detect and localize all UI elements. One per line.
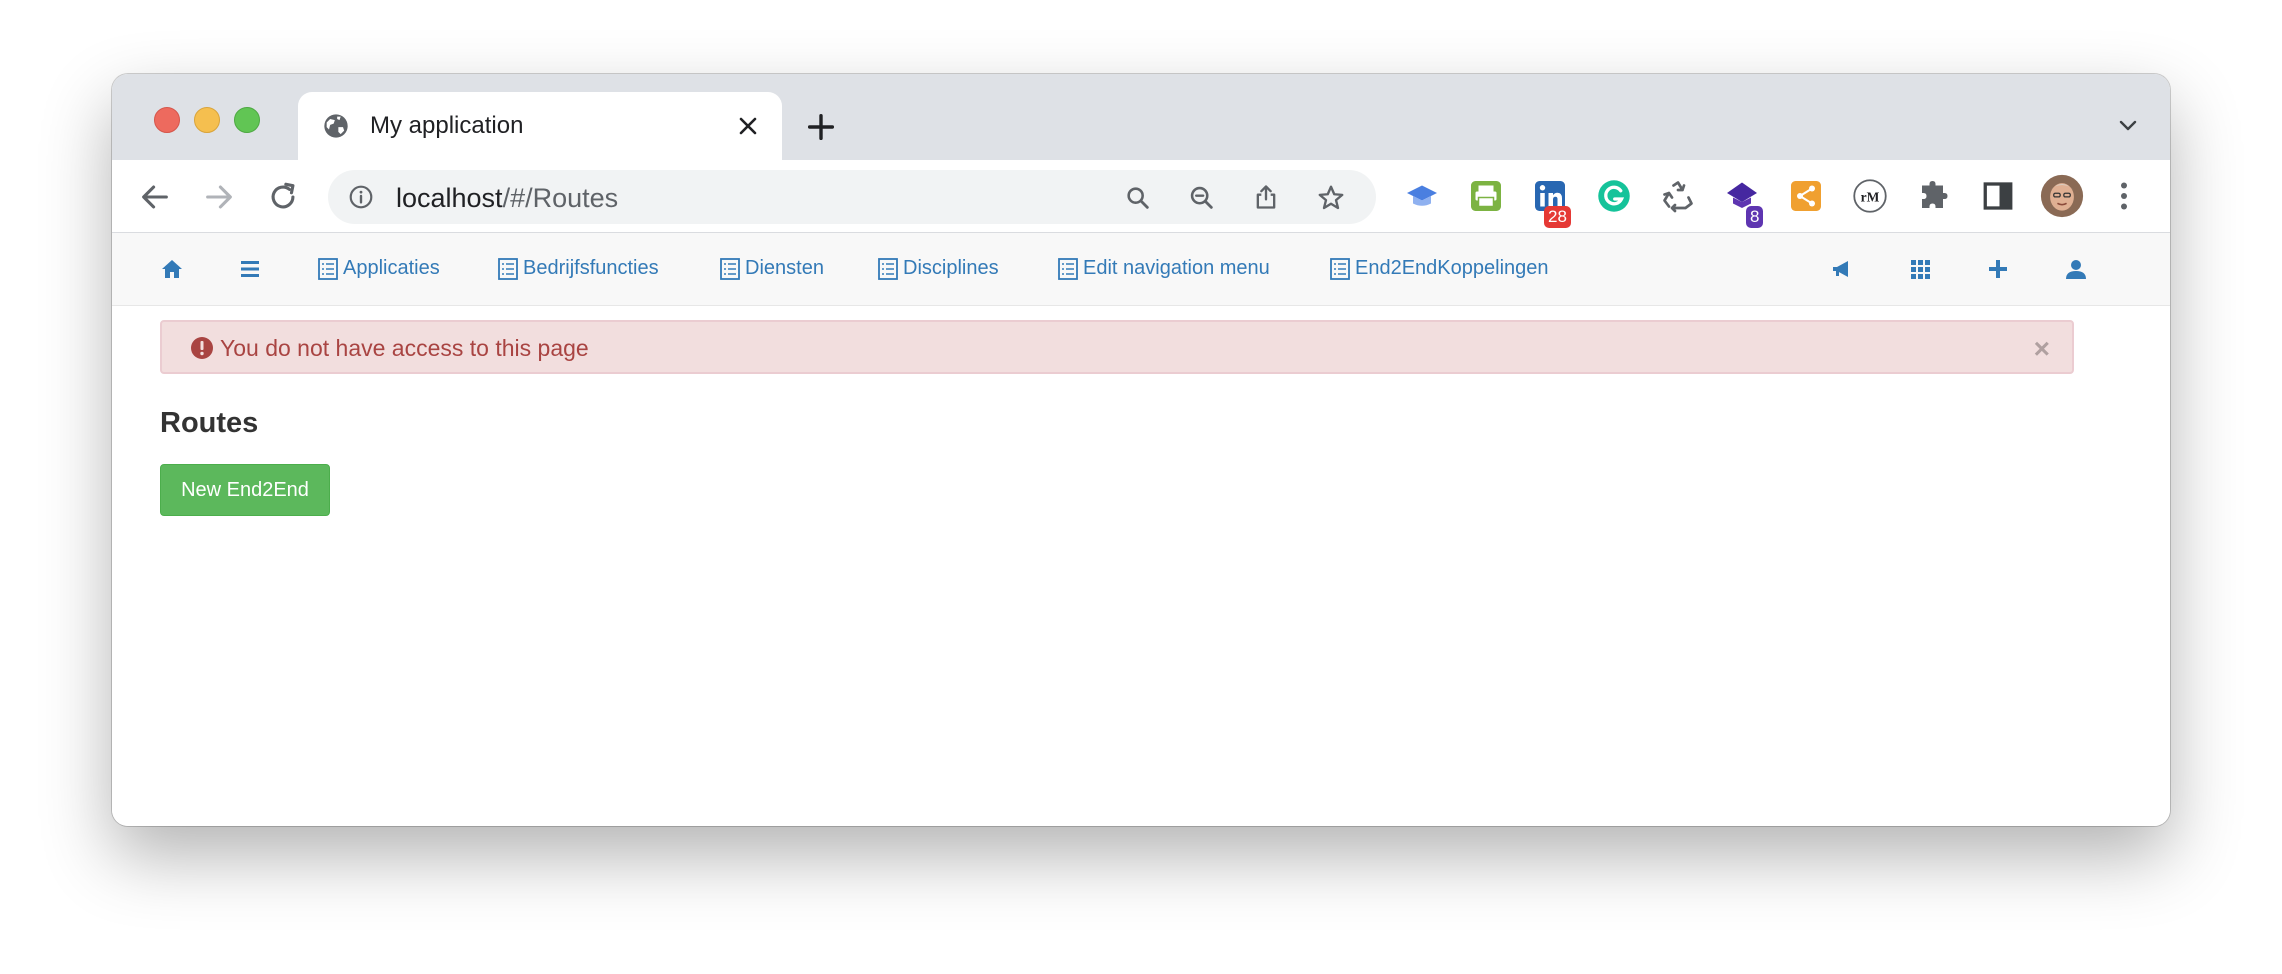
- tab-title: My application: [370, 112, 524, 139]
- nav-link-end2endkoppelingen[interactable]: End2EndKoppelingen: [1330, 257, 1549, 280]
- nav-link-bedrijfsfuncties[interactable]: Bedrijfsfuncties: [498, 257, 659, 280]
- back-icon[interactable]: [138, 180, 172, 214]
- tab-strip: My application: [112, 74, 2170, 160]
- rm-extension-icon[interactable]: rM: [1852, 178, 1888, 214]
- app-navbar: Applicaties Bedrijfsfuncties Diensten Di…: [112, 233, 2170, 306]
- nav-link-applicaties[interactable]: Applicaties: [318, 257, 440, 280]
- page-title: Routes: [160, 407, 259, 439]
- graduation-cap-extension-icon[interactable]: [1404, 178, 1440, 214]
- svg-text:rM: rM: [1861, 189, 1880, 204]
- grammarly-extension-icon[interactable]: [1596, 178, 1632, 214]
- browser-toolbar: localhost/#/Routes 28 8 rM: [112, 160, 2170, 233]
- info-icon[interactable]: [348, 184, 374, 210]
- list-alt-icon: [1058, 257, 1078, 280]
- list-alt-icon: [720, 257, 740, 280]
- new-end2end-button[interactable]: New End2End: [160, 464, 330, 516]
- list-alt-icon: [318, 257, 338, 280]
- plus-icon[interactable]: [1986, 257, 2010, 281]
- url-text[interactable]: localhost/#/Routes: [396, 183, 618, 214]
- nav-link-disciplines[interactable]: Disciplines: [878, 257, 999, 280]
- more-vertical-icon[interactable]: [2106, 178, 2142, 214]
- list-alt-icon: [878, 257, 898, 280]
- home-icon[interactable]: [160, 257, 184, 281]
- zoom-out-icon[interactable]: [1188, 184, 1216, 212]
- profile-avatar[interactable]: [2040, 174, 2084, 218]
- side-panel-icon[interactable]: [1980, 178, 2016, 214]
- bullhorn-icon[interactable]: [1830, 257, 1854, 281]
- nav-link-diensten[interactable]: Diensten: [720, 257, 824, 280]
- address-bar[interactable]: localhost/#/Routes: [328, 170, 1376, 224]
- browser-window: My application localhost/#/Routes 28 8 r…: [112, 74, 2170, 826]
- close-tab-icon[interactable]: [736, 114, 760, 138]
- search-icon[interactable]: [1124, 184, 1152, 212]
- exclamation-circle-icon: [191, 337, 213, 359]
- user-icon[interactable]: [2064, 257, 2088, 281]
- purple-badge: 8: [1746, 206, 1764, 228]
- linkedin-badge: 28: [1544, 206, 1571, 228]
- menu-icon[interactable]: [238, 257, 262, 281]
- page-content: Applicaties Bedrijfsfuncties Diensten Di…: [112, 233, 2170, 826]
- alert-message: You do not have access to this page: [220, 335, 589, 361]
- recycle-extension-icon[interactable]: [1660, 178, 1696, 214]
- new-tab-icon[interactable]: [804, 110, 838, 144]
- puzzle-extensions-icon[interactable]: [1916, 178, 1952, 214]
- reload-icon[interactable]: [266, 180, 300, 214]
- list-alt-icon: [1330, 257, 1350, 280]
- list-alt-icon: [498, 257, 518, 280]
- forward-icon[interactable]: [202, 180, 236, 214]
- chevron-down-icon[interactable]: [2116, 114, 2140, 138]
- close-window-button[interactable]: [154, 107, 180, 133]
- access-denied-alert: You do not have access to this page ×: [160, 320, 2074, 374]
- bookmark-star-icon[interactable]: [1316, 183, 1346, 213]
- globe-icon: [324, 114, 348, 138]
- nav-link-edit-navigation-menu[interactable]: Edit navigation menu: [1058, 257, 1270, 280]
- apps-grid-icon[interactable]: [1908, 257, 1932, 281]
- active-tab[interactable]: My application: [298, 92, 782, 160]
- printer-extension-icon[interactable]: [1468, 178, 1504, 214]
- maximize-window-button[interactable]: [234, 107, 260, 133]
- minimize-window-button[interactable]: [194, 107, 220, 133]
- orange-share-extension-icon[interactable]: [1788, 178, 1824, 214]
- share-icon[interactable]: [1252, 183, 1280, 211]
- alert-close-button[interactable]: ×: [2034, 335, 2050, 363]
